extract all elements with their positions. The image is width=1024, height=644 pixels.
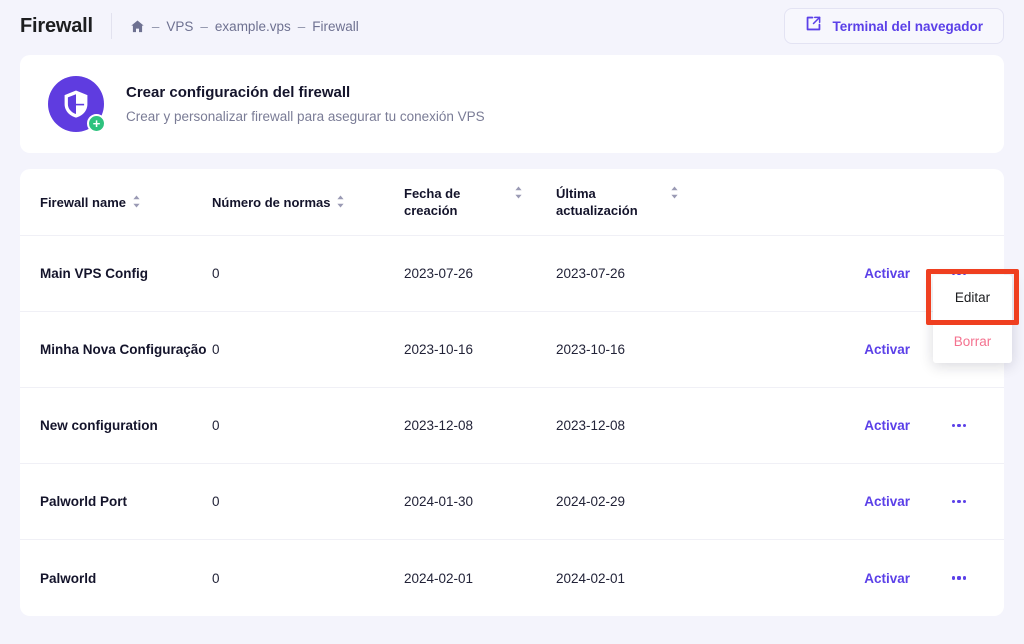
breadcrumb-sep-3: –: [298, 19, 306, 34]
ellipsis-icon[interactable]: [948, 567, 970, 589]
home-icon[interactable]: [130, 19, 145, 34]
activate-link[interactable]: Activar: [864, 418, 910, 433]
row-updated: 2023-07-26: [556, 266, 716, 281]
row-context-menu: Editar Borrar: [933, 275, 1012, 363]
sort-icon[interactable]: [514, 186, 523, 199]
plus-icon: +: [87, 114, 106, 133]
row-actions: Activar: [716, 567, 976, 589]
row-name: Palworld: [40, 568, 212, 589]
table-row: Minha Nova Configuração 0 2023-10-16 202…: [20, 312, 1004, 388]
sort-icon[interactable]: [132, 195, 141, 208]
create-firewall-card[interactable]: + Crear configuración del firewall Crear…: [20, 55, 1004, 153]
row-created: 2023-12-08: [404, 418, 556, 433]
row-updated: 2024-02-29: [556, 494, 716, 509]
activate-link[interactable]: Activar: [864, 571, 910, 586]
row-name: Palworld Port: [40, 491, 212, 512]
breadcrumb-item-vps[interactable]: VPS: [166, 19, 193, 34]
row-rules: 0: [212, 494, 404, 509]
top-bar: Firewall – VPS – example.vps – Firewall …: [0, 0, 1024, 52]
browser-terminal-button[interactable]: Terminal del navegador: [784, 8, 1004, 44]
sort-icon[interactable]: [670, 186, 679, 199]
title-divider: [111, 13, 112, 39]
sort-icon[interactable]: [336, 195, 345, 208]
column-header-updated-label: Última actualización: [556, 185, 642, 219]
row-created: 2024-01-30: [404, 494, 556, 509]
row-name: Main VPS Config: [40, 263, 212, 284]
activate-link[interactable]: Activar: [864, 266, 910, 281]
column-header-created-label: Fecha de creación: [404, 185, 484, 219]
table-row: Main VPS Config 0 2023-07-26 2023-07-26 …: [20, 236, 1004, 312]
row-name: Minha Nova Configuração: [40, 339, 212, 360]
row-rules: 0: [212, 571, 404, 586]
row-updated: 2023-10-16: [556, 342, 716, 357]
breadcrumb: – VPS – example.vps – Firewall: [130, 19, 359, 34]
table-header-row: Firewall name Número de normas Fecha de …: [20, 169, 1004, 236]
breadcrumb-item-hostname[interactable]: example.vps: [215, 19, 291, 34]
row-actions: Activar: [716, 415, 976, 437]
menu-item-delete[interactable]: Borrar: [933, 319, 1012, 363]
column-header-created[interactable]: Fecha de creación: [404, 185, 556, 219]
column-header-rules-label: Número de normas: [212, 194, 330, 211]
create-card-title: Crear configuración del firewall: [126, 84, 485, 101]
external-link-icon: [805, 15, 822, 37]
activate-link[interactable]: Activar: [864, 494, 910, 509]
breadcrumb-item-firewall[interactable]: Firewall: [312, 19, 359, 34]
row-updated: 2023-12-08: [556, 418, 716, 433]
browser-terminal-label: Terminal del navegador: [832, 19, 983, 34]
row-rules: 0: [212, 418, 404, 433]
table-row: Palworld 0 2024-02-01 2024-02-01 Activar: [20, 540, 1004, 616]
column-header-name-label: Firewall name: [40, 194, 126, 211]
row-rules: 0: [212, 266, 404, 281]
row-created: 2023-07-26: [404, 266, 556, 281]
row-actions: Activar: [716, 491, 976, 513]
row-rules: 0: [212, 342, 404, 357]
ellipsis-icon[interactable]: [948, 415, 970, 437]
activate-link[interactable]: Activar: [864, 342, 910, 357]
column-header-name[interactable]: Firewall name: [40, 194, 212, 211]
ellipsis-icon[interactable]: [948, 491, 970, 513]
page-title: Firewall: [20, 15, 93, 38]
row-updated: 2024-02-01: [556, 571, 716, 586]
create-card-texts: Crear configuración del firewall Crear y…: [126, 84, 485, 124]
table-row: New configuration 0 2023-12-08 2023-12-0…: [20, 388, 1004, 464]
breadcrumb-sep-1: –: [152, 19, 160, 34]
column-header-updated[interactable]: Última actualización: [556, 185, 716, 219]
row-created: 2024-02-01: [404, 571, 556, 586]
firewall-table: Firewall name Número de normas Fecha de …: [20, 169, 1004, 616]
create-card-subtitle: Crear y personalizar firewall para asegu…: [126, 109, 485, 124]
row-name: New configuration: [40, 415, 212, 436]
breadcrumb-sep-2: –: [200, 19, 208, 34]
table-row: Palworld Port 0 2024-01-30 2024-02-29 Ac…: [20, 464, 1004, 540]
row-created: 2023-10-16: [404, 342, 556, 357]
shield-badge: +: [48, 76, 104, 132]
menu-item-edit[interactable]: Editar: [933, 275, 1012, 319]
column-header-rules[interactable]: Número de normas: [212, 194, 404, 211]
